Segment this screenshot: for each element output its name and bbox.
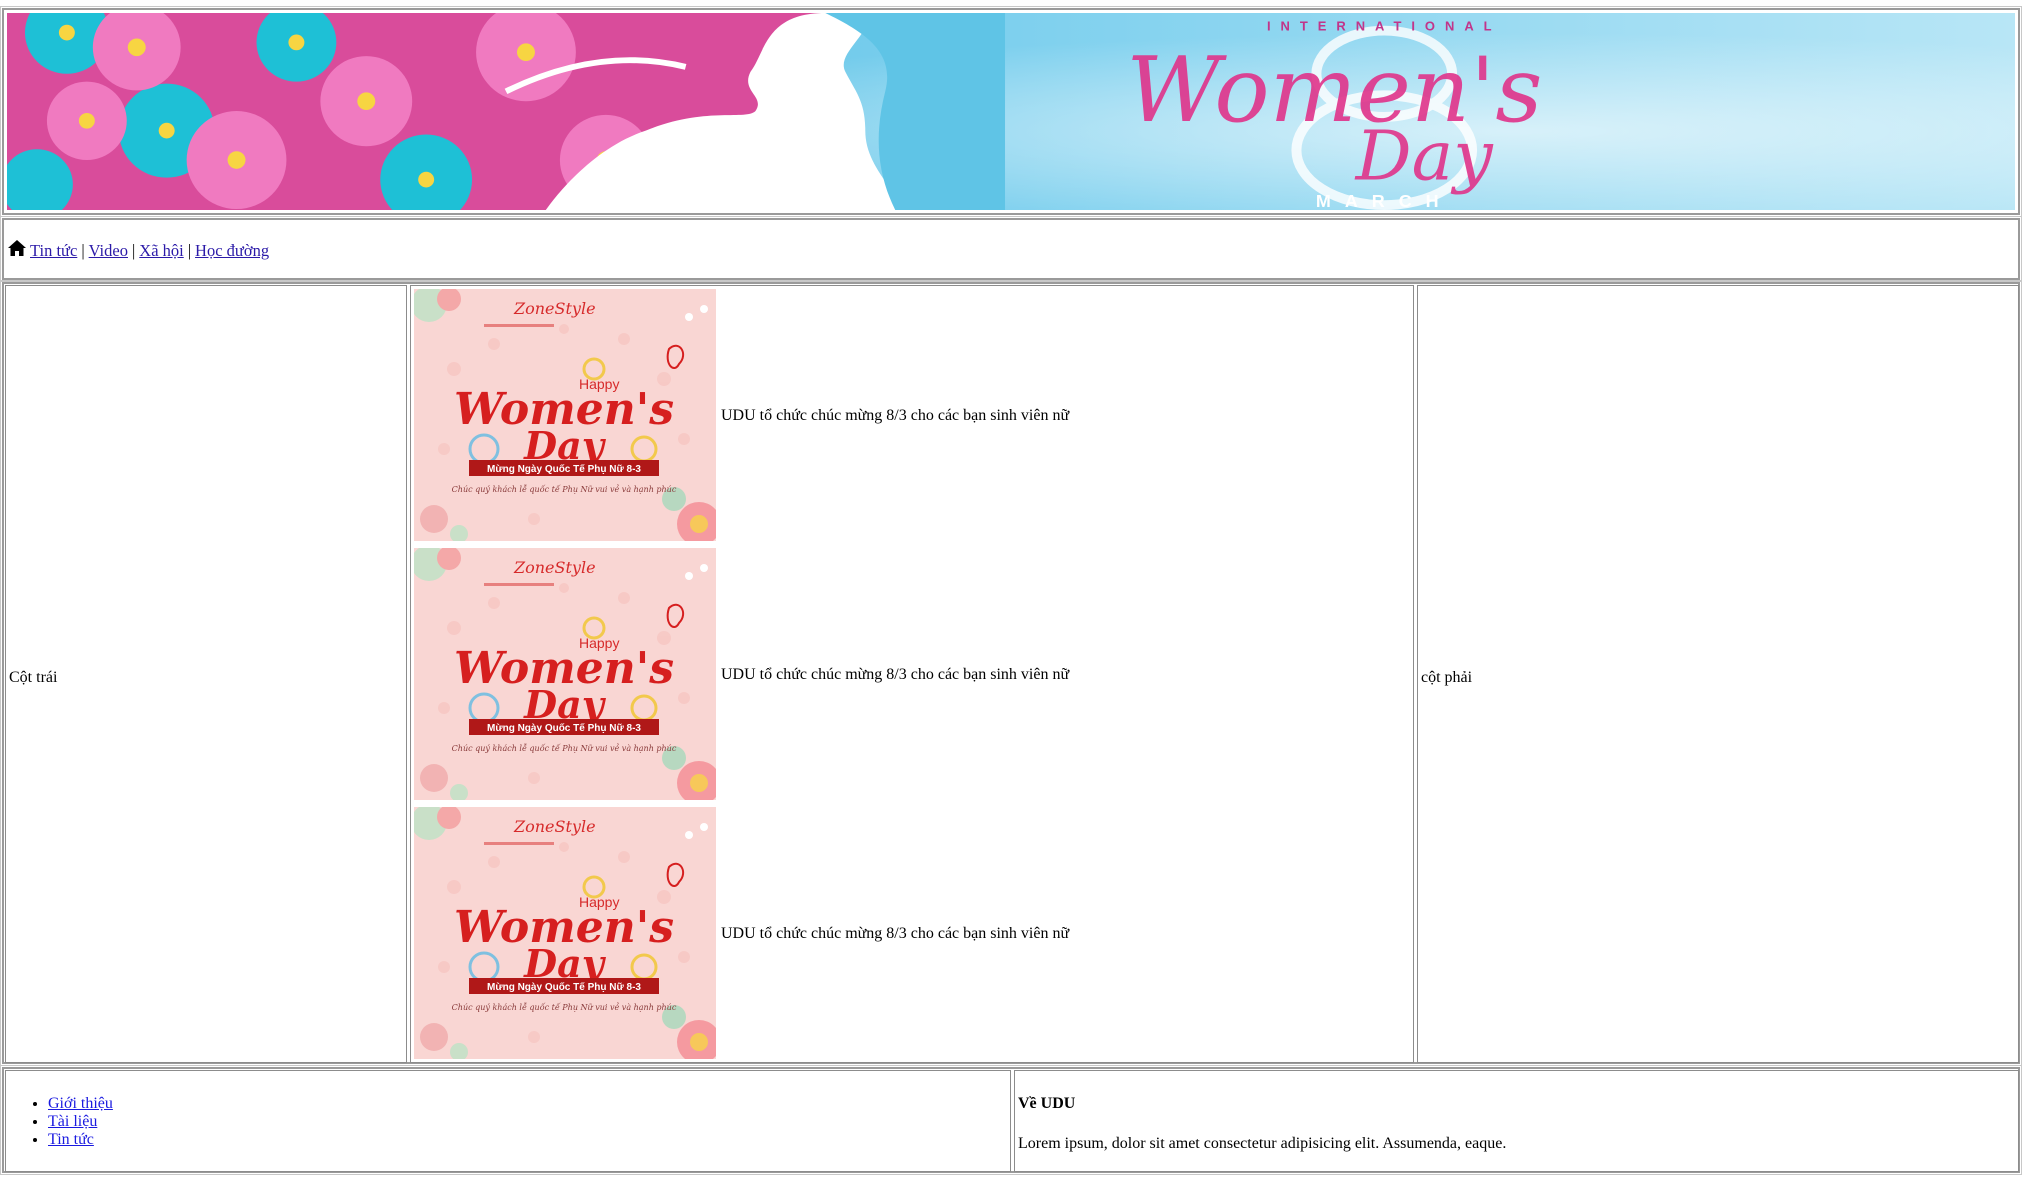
footer-link-tin-tuc[interactable]: Tin tức [48,1131,94,1148]
banner-day-text: Day [1354,117,1494,196]
nav-link-video[interactable]: Video [89,241,128,260]
nav-separator: | [131,241,136,260]
footer-link-list: Giới thiệu Tài liệu Tin tức [48,1095,113,1149]
svg-text:ZoneStyle: ZoneStyle [513,299,596,318]
nav-link-tin-tuc[interactable]: Tin tức [30,241,77,260]
page: INTERNATIONAL Women's Day MARCH Tin tức |… [0,0,2024,1178]
right-column: cột phải [1417,285,2019,1063]
svg-text:Chúc quý khách lễ quốc tế Phụ: Chúc quý khách lễ quốc tế Phụ Nữ vui vẻ … [452,744,677,753]
nav-links: Tin tức | Video | Xã hội | Học đường [7,238,269,261]
banner-international-text: INTERNATIONAL [1267,19,1502,34]
svg-text:Mừng Ngày Quốc Tế Phụ Nữ 8-3: Mừng Ngày Quốc Tế Phụ Nữ 8-3 [487,463,641,475]
footer-link-tai-lieu[interactable]: Tài liệu [48,1113,97,1130]
center-column: ZoneStyle Happy Women's Day Mừng Ngày Qu… [410,285,1414,1064]
left-column-label: Cột trái [9,669,58,686]
news-title[interactable]: UDU tổ chức chúc mừng 8/3 cho các bạn si… [721,925,1069,943]
womens-day-poster-image: ZoneStyle Happy Women's Day Mừng Ngày Qu… [411,545,721,805]
footer: Giới thiệu Tài liệu Tin tức Về UDU Lorem… [0,1065,2022,1175]
svg-text:Chúc quý khách lễ quốc tế Phụ: Chúc quý khách lễ quốc tế Phụ Nữ vui vẻ … [452,485,677,494]
banner-march-text: MARCH [1316,191,1453,210]
about-text: Lorem ipsum, dolor sit amet consectetur … [1018,1135,1507,1152]
header-banner: INTERNATIONAL Women's Day MARCH [0,6,2022,217]
top-navigation: Tin tức | Video | Xã hội | Học đường [0,216,2022,282]
svg-text:Chúc quý khách lễ quốc tế Phụ: Chúc quý khách lễ quốc tế Phụ Nữ vui vẻ … [452,1003,677,1012]
news-title[interactable]: UDU tổ chức chúc mừng 8/3 cho các bạn si… [721,666,1069,684]
news-thumbnail[interactable]: ZoneStyle Happy Women's Day Mừng Ngày Qu… [411,545,721,805]
news-thumbnail[interactable]: ZoneStyle Happy Women's Day Mừng Ngày Qu… [411,804,721,1064]
nav-link-xa-hoi[interactable]: Xã hội [139,241,183,260]
nav-separator: | [187,241,192,260]
svg-text:Mừng Ngày Quốc Tế Phụ Nữ 8-3: Mừng Ngày Quốc Tế Phụ Nữ 8-3 [487,981,641,993]
nav-link-hoc-duong[interactable]: Học đường [195,241,269,260]
left-column: Cột trái [5,285,407,1063]
news-title[interactable]: UDU tổ chức chúc mừng 8/3 cho các bạn si… [721,407,1069,425]
womens-day-poster-image: ZoneStyle Happy Women's Day Mừng Ngày Qu… [411,286,721,546]
news-item[interactable]: ZoneStyle Happy Women's Day Mừng Ngày Qu… [411,286,1410,546]
list-item: Tin tức [48,1131,113,1149]
svg-text:ZoneStyle: ZoneStyle [513,817,596,836]
svg-text:ZoneStyle: ZoneStyle [513,558,596,577]
about-title: Về UDU [1018,1095,1076,1112]
right-column-label: cột phải [1421,669,1473,686]
list-item: Giới thiệu [48,1095,113,1113]
news-item[interactable]: ZoneStyle Happy Women's Day Mừng Ngày Qu… [411,804,1410,1064]
svg-text:Mừng Ngày Quốc Tế Phụ Nữ 8-3: Mừng Ngày Quốc Tế Phụ Nữ 8-3 [487,722,641,734]
home-icon[interactable] [7,238,27,258]
main-content: Cột trái ZoneStyle Happy Women's Day Mừn… [0,280,2022,1066]
womens-day-poster-image: ZoneStyle Happy Women's Day Mừng Ngày Qu… [411,804,721,1064]
news-item[interactable]: ZoneStyle Happy Women's Day Mừng Ngày Qu… [411,545,1410,805]
news-thumbnail[interactable]: ZoneStyle Happy Women's Day Mừng Ngày Qu… [411,286,721,546]
footer-link-gioi-thieu[interactable]: Giới thiệu [48,1095,113,1112]
list-item: Tài liệu [48,1113,113,1131]
footer-about-section: Về UDU Lorem ipsum, dolor sit amet conse… [1014,1070,2019,1172]
footer-links-section: Giới thiệu Tài liệu Tin tức [5,1070,1011,1172]
womens-day-banner-image: INTERNATIONAL Women's Day MARCH [7,13,2015,210]
nav-separator: | [81,241,85,260]
